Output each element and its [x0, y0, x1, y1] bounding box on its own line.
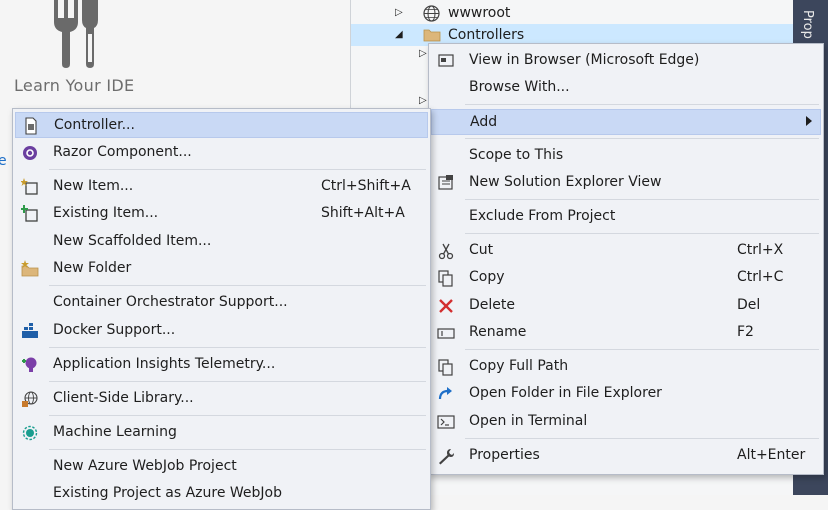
menu-item-open-folder-in-file-explorer[interactable]: Open Folder in File Explorer — [431, 381, 821, 407]
context-menu: View in Browser (Microsoft Edge) Browse … — [428, 43, 824, 475]
menu-item-rename[interactable]: Rename F2 — [431, 320, 821, 346]
submenu-item-razor-component[interactable]: Razor Component... — [15, 140, 428, 166]
submenu-item-existing-item[interactable]: Existing Item... Shift+Alt+A — [15, 201, 428, 227]
submenu-item-existing-project-as-azure-webjob[interactable]: Existing Project as Azure WebJob — [15, 481, 428, 507]
add-submenu: Controller... Razor Component... New Ite… — [12, 108, 431, 510]
copy-icon — [438, 270, 453, 287]
menu-item-browse-with[interactable]: Browse With... — [431, 75, 821, 101]
tools-logo-icon — [54, 0, 98, 68]
menu-item-view-in-browser[interactable]: View in Browser (Microsoft Edge) — [431, 48, 821, 74]
submenu-item-new-scaffolded-item[interactable]: New Scaffolded Item... — [15, 229, 428, 255]
submenu-arrow-icon — [806, 116, 812, 126]
menu-separator — [49, 169, 426, 170]
expand-arrow-icon[interactable]: ▷ — [419, 95, 427, 106]
rename-icon — [437, 328, 455, 339]
collapse-arrow-icon[interactable]: ◢ — [395, 24, 403, 46]
properties-tab-label[interactable]: Prop — [800, 10, 815, 39]
client-side-library-icon — [22, 391, 38, 407]
submenu-item-client-side-library[interactable]: Client-Side Library... — [15, 386, 428, 412]
menu-item-copy-full-path[interactable]: Copy Full Path — [431, 354, 821, 380]
submenu-item-machine-learning[interactable]: Machine Learning — [15, 420, 428, 446]
menu-item-add[interactable]: Add — [431, 109, 821, 135]
submenu-item-new-azure-webjob-project[interactable]: New Azure WebJob Project — [15, 454, 428, 480]
delete-x-icon — [439, 299, 453, 313]
globe-icon — [423, 5, 440, 22]
menu-separator — [49, 415, 426, 416]
truncated-link-text[interactable]: e — [0, 153, 7, 169]
submenu-item-application-insights-telemetry[interactable]: Application Insights Telemetry... — [15, 352, 428, 378]
razor-component-icon — [23, 146, 37, 160]
folder-icon — [423, 29, 441, 42]
learn-your-ide-link[interactable]: Learn Your IDE — [14, 76, 134, 95]
menu-item-properties[interactable]: Properties Alt+Enter — [431, 443, 821, 469]
menu-separator — [49, 381, 426, 382]
tree-item-wwwroot[interactable]: ▷ wwwroot — [351, 2, 794, 24]
application-insights-icon — [22, 357, 37, 372]
new-folder-icon — [21, 260, 39, 277]
menu-separator — [49, 347, 426, 348]
menu-item-copy[interactable]: Copy Ctrl+C — [431, 265, 821, 291]
existing-item-icon — [21, 205, 38, 222]
menu-separator — [49, 285, 426, 286]
tree-item-label: wwwroot — [448, 5, 511, 21]
menu-item-open-in-terminal[interactable]: Open in Terminal — [431, 409, 821, 435]
docker-icon — [22, 323, 38, 338]
menu-separator — [465, 233, 819, 234]
expand-arrow-icon[interactable]: ▷ — [419, 48, 427, 59]
submenu-item-new-folder[interactable]: New Folder — [15, 256, 428, 282]
submenu-item-controller[interactable]: Controller... — [15, 112, 428, 138]
menu-separator — [49, 449, 426, 450]
menu-separator — [465, 138, 819, 139]
menu-separator — [465, 104, 819, 105]
open-folder-arrow-icon — [438, 387, 452, 400]
terminal-icon — [437, 415, 455, 429]
submenu-item-container-orchestrator-support[interactable]: Container Orchestrator Support... — [15, 290, 428, 316]
submenu-item-docker-support[interactable]: Docker Support... — [15, 318, 428, 344]
menu-item-new-solution-explorer-view[interactable]: New Solution Explorer View — [431, 170, 821, 196]
menu-item-exclude-from-project[interactable]: Exclude From Project — [431, 204, 821, 230]
menu-item-delete[interactable]: Delete Del — [431, 293, 821, 319]
machine-learning-icon — [22, 425, 38, 441]
menu-separator — [465, 349, 819, 350]
new-item-icon — [21, 178, 38, 195]
menu-separator — [465, 438, 819, 439]
menu-item-cut[interactable]: Cut Ctrl+X — [431, 238, 821, 264]
expand-arrow-icon[interactable]: ▷ — [395, 2, 403, 24]
menu-separator — [465, 199, 819, 200]
solution-explorer-view-icon — [438, 175, 453, 190]
scissors-icon — [438, 243, 454, 260]
copy-path-icon — [438, 359, 453, 376]
submenu-item-new-item[interactable]: New Item... Ctrl+Shift+A — [15, 174, 428, 200]
browser-view-icon — [438, 54, 454, 67]
menu-item-scope-to-this[interactable]: Scope to This — [431, 143, 821, 169]
controller-file-icon — [25, 117, 37, 135]
wrench-icon — [439, 449, 454, 465]
